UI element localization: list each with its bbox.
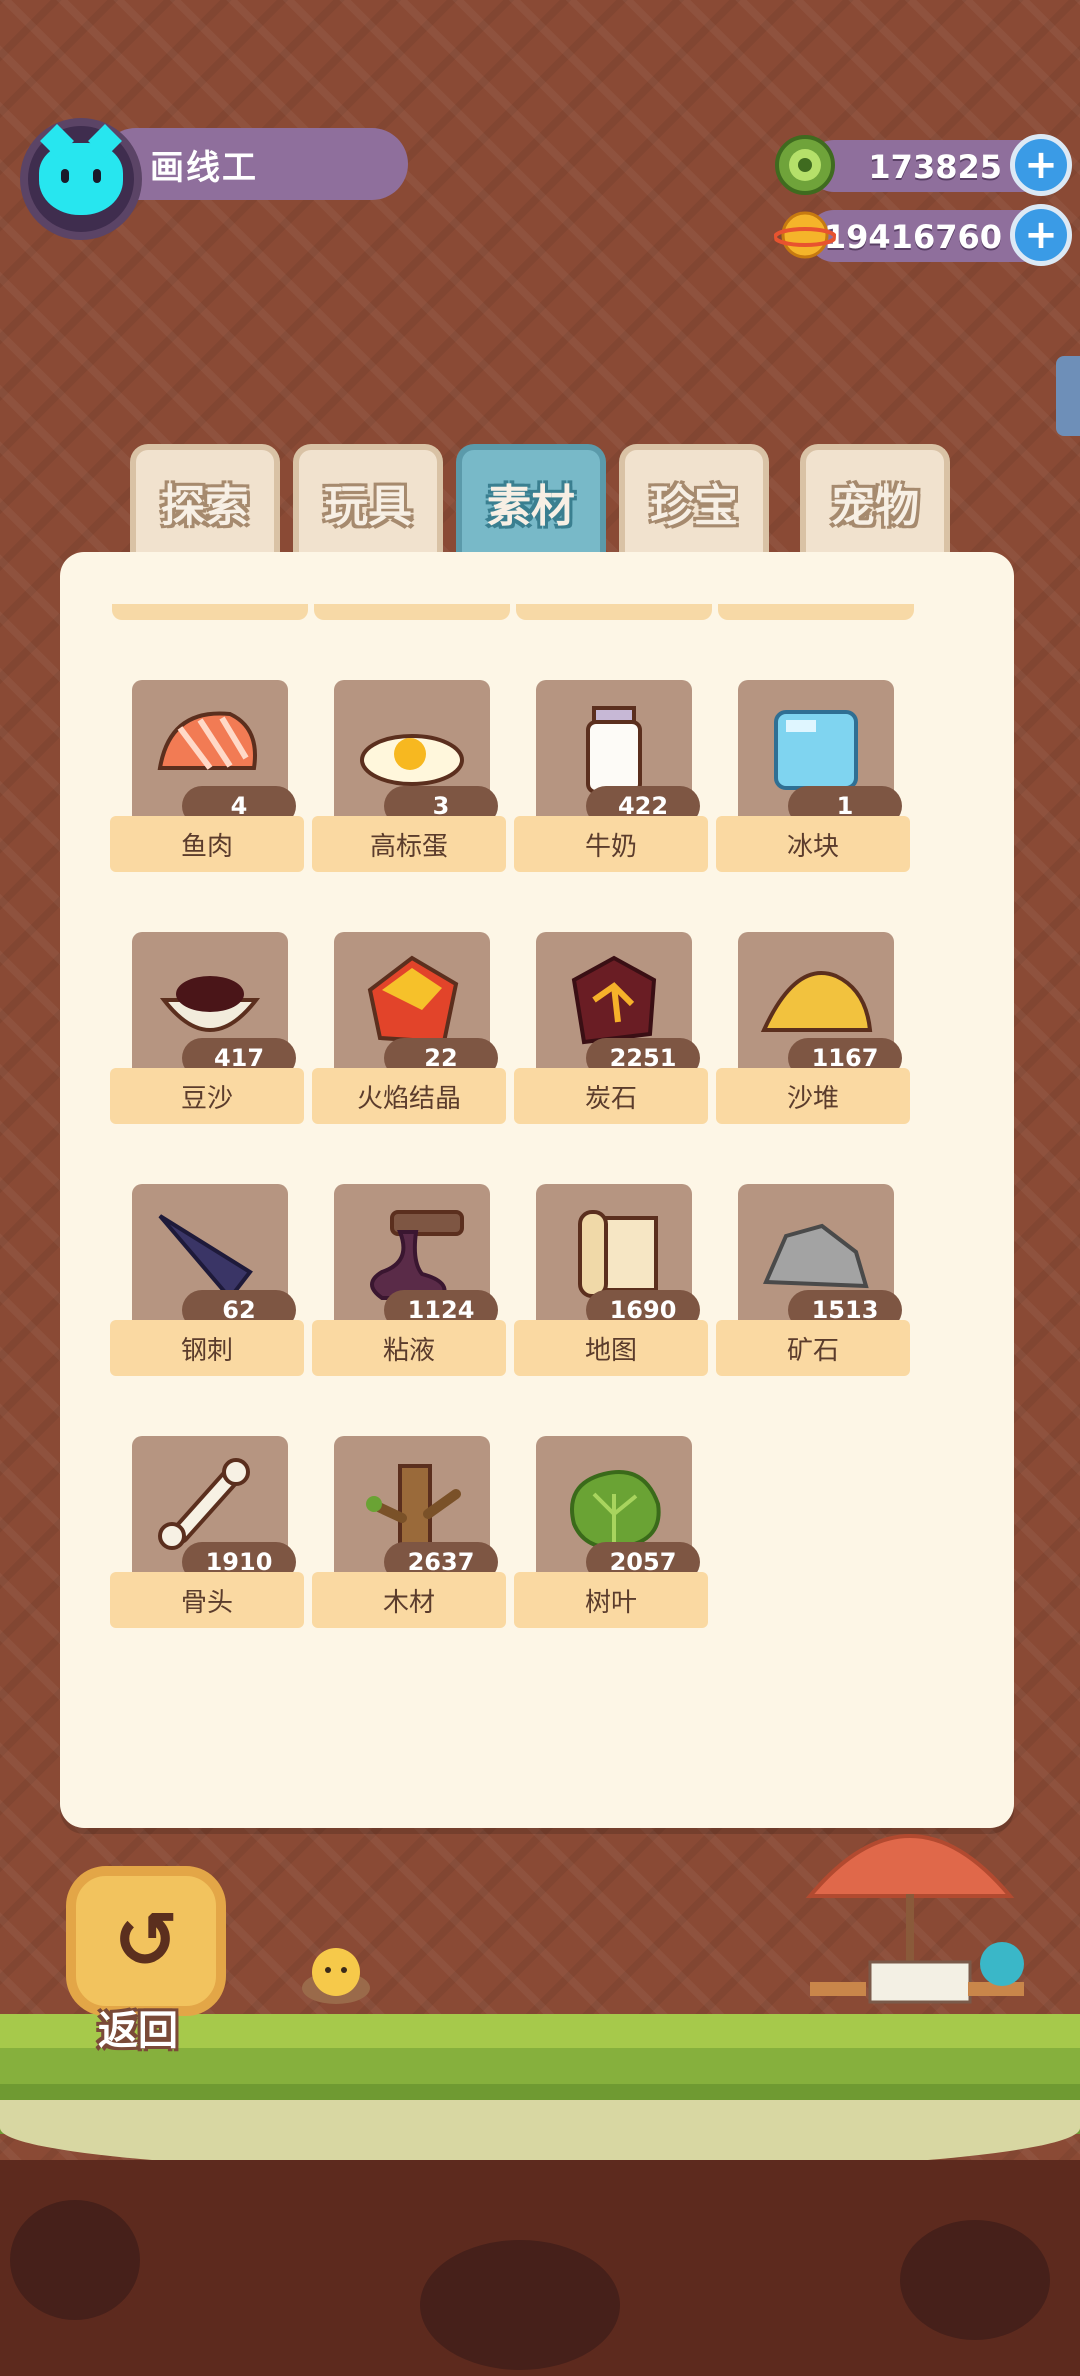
tab-treasures[interactable]: 珍宝 [619,444,769,554]
fried-egg-icon [360,734,464,786]
item-wood[interactable]: 2637 木材 [312,1436,512,1636]
item-flame-crystal[interactable]: 22 火焰结晶 [312,932,512,1132]
item-charcoal[interactable]: 2251 炭石 [514,932,714,1132]
green-coin-icon [775,135,835,195]
salmon-icon [157,711,257,770]
item-steel-spike[interactable]: 62 钢刺 [110,1184,310,1384]
sand-pile-icon [760,971,873,1032]
chick-icon [302,1948,370,2004]
slime-icon [370,1210,464,1300]
item-ore[interactable]: 1513 矿石 [716,1184,916,1384]
add-green-coin-button[interactable]: + [1010,134,1072,196]
map-scroll-icon [578,1210,658,1298]
add-gold-planet-button[interactable]: + [1010,204,1072,266]
cafe-table-decoration [805,1834,1024,2004]
currency-value: 173825 [868,148,1002,186]
ground-dirt [0,2160,1080,2376]
flame-crystal-icon [367,955,459,1045]
currency-green-coin: 173825 + [772,134,1072,196]
bone-icon [158,1458,250,1550]
tab-label: 玩具 [324,481,412,532]
item-milk[interactable]: 422 牛奶 [514,680,714,880]
back-button[interactable]: ↺ 返回 [66,1866,226,2054]
ore-rock-icon [763,1223,869,1289]
item-ice[interactable]: 1 冰块 [716,680,916,880]
red-bean-paste-icon [159,976,261,1032]
tab-label: 珍宝 [650,481,738,532]
tab-label: 素材 [487,481,575,532]
tab-label: 宠物 [831,481,919,532]
tab-explore[interactable]: 探索 [130,444,280,554]
currency-gold-planet: 19416760 + [772,204,1072,266]
side-drawer-tab[interactable] [1056,356,1080,436]
steel-spike-icon [158,1214,253,1302]
back-label: 返回 [98,2008,178,2054]
tab-materials[interactable]: 素材 [456,444,606,554]
player-badge[interactable]: 画线工 [20,118,408,240]
inventory-panel[interactable]: 4 鱼肉 3 高标蛋 422 牛奶 1 冰块 417 豆沙 22 火焰结晶 22… [60,552,1014,1828]
ice-cube-icon [774,710,858,790]
item-slime[interactable]: 1124 粘液 [312,1184,512,1384]
leaves-icon [570,1470,661,1551]
tab-pets[interactable]: 宠物 [800,444,950,554]
item-bone[interactable]: 1910 骨头 [110,1436,310,1636]
milk-bottle-icon [586,706,642,794]
cat-avatar-icon [39,143,123,215]
player-name: 画线工 [150,148,258,188]
back-arrow-icon: ↺ [66,1866,226,2016]
item-map[interactable]: 1690 地图 [514,1184,714,1384]
avatar[interactable] [20,118,142,240]
tab-label: 探索 [161,481,249,532]
item-bean-paste[interactable]: 417 豆沙 [110,932,310,1132]
currency-value: 19416760 [823,218,1002,256]
tab-toys[interactable]: 玩具 [293,444,443,554]
slime-pet-icon [980,1942,1024,1986]
gold-planet-icon [774,211,836,259]
item-leaves[interactable]: 2057 树叶 [514,1436,714,1636]
charcoal-stone-icon [571,955,657,1045]
item-fish[interactable]: 4 鱼肉 [110,680,310,880]
item-sand[interactable]: 1167 沙堆 [716,932,916,1132]
wood-log-icon [366,1464,461,1552]
item-egg[interactable]: 3 高标蛋 [312,680,512,880]
